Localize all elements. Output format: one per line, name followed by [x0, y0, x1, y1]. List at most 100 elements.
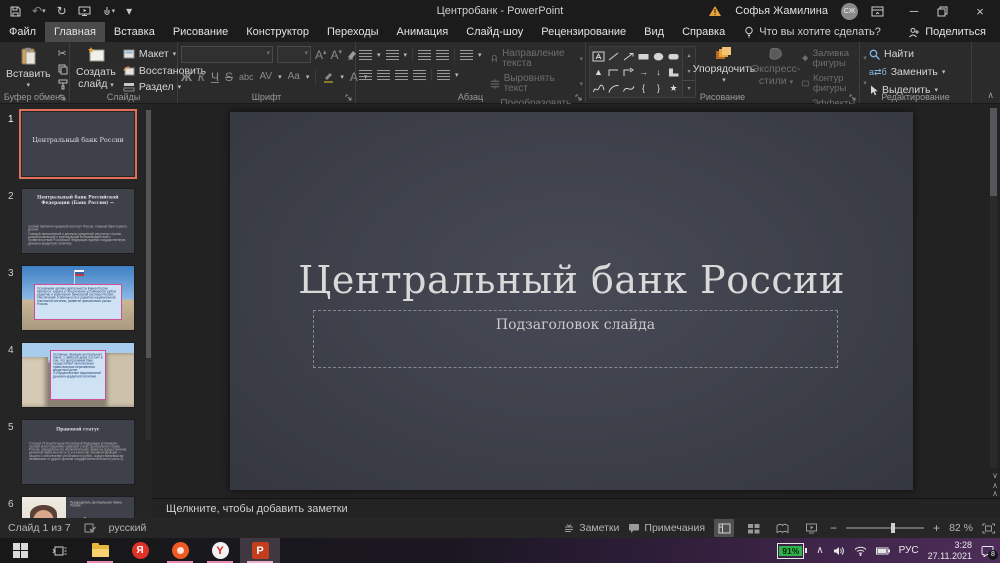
- normal-view-button[interactable]: [714, 519, 734, 537]
- zoom-out-button[interactable]: −: [830, 521, 837, 535]
- taskbar-powerpoint[interactable]: P: [240, 538, 280, 563]
- close-button[interactable]: ×: [970, 4, 990, 19]
- tab-design[interactable]: Конструктор: [237, 22, 318, 42]
- slide-1-thumbnail[interactable]: Центральный банк России: [22, 112, 134, 176]
- zoom-slider[interactable]: [846, 527, 924, 529]
- replace-button[interactable]: а⇄бЗаменить▾: [869, 67, 945, 78]
- subtitle-placeholder[interactable]: Подзаголовок слайда: [313, 310, 838, 368]
- clipboard-dialog-launcher-icon[interactable]: [59, 94, 66, 101]
- notes-pane[interactable]: Щелкните, чтобы добавить заметки: [152, 498, 1000, 518]
- underline-button[interactable]: Ч: [211, 71, 219, 83]
- vertical-scrollbar[interactable]: [990, 108, 997, 468]
- paste-button[interactable]: Вставить ▾: [3, 46, 54, 90]
- shape-rounded-rectangle[interactable]: [666, 48, 681, 64]
- quick-styles-button[interactable]: Экспресс-стили ▾: [752, 46, 800, 88]
- increase-indent-icon[interactable]: [436, 50, 449, 60]
- comments-toggle-button[interactable]: Примечания: [628, 522, 705, 534]
- taskbar-origin[interactable]: [160, 538, 200, 563]
- slide-5-thumbnail[interactable]: Правовой статус Статьей 75 Конституции Р…: [22, 420, 134, 484]
- tab-file[interactable]: Файл: [0, 22, 45, 42]
- shape-arrow-line[interactable]: [621, 48, 636, 64]
- show-hidden-icons-chevron[interactable]: ∧: [816, 546, 823, 556]
- arrange-button[interactable]: Упорядочить ▾: [696, 46, 752, 85]
- slide-2-thumbnail[interactable]: Центральный банк Российской Федерации (Б…: [22, 189, 134, 253]
- slide-sorter-view-button[interactable]: [743, 519, 763, 537]
- account-name[interactable]: Софья Жамилина: [735, 5, 828, 17]
- slideshow-view-button[interactable]: [801, 519, 821, 537]
- text-shadow-button[interactable]: abc: [239, 73, 254, 82]
- zoom-slider-thumb[interactable]: [891, 523, 895, 533]
- scroll-down-icon[interactable]: ∨: [992, 472, 998, 480]
- customize-qat-icon[interactable]: ▾: [126, 5, 132, 17]
- shape-fill-button[interactable]: Заливка фигуры▾: [802, 49, 867, 68]
- notes-toggle-button[interactable]: Заметки: [563, 522, 619, 534]
- shape-right-arrow[interactable]: →: [636, 64, 651, 80]
- grow-font-button[interactable]: А▴: [315, 49, 327, 61]
- shape-oval[interactable]: [651, 48, 666, 64]
- bold-button[interactable]: Ж: [181, 71, 192, 83]
- tab-home[interactable]: Главная: [45, 22, 105, 42]
- tab-draw[interactable]: Рисование: [164, 22, 237, 42]
- columns-icon[interactable]: [437, 70, 450, 80]
- text-direction-button[interactable]: Направление текста▾: [490, 49, 584, 69]
- highlight-color-icon[interactable]: [322, 71, 334, 83]
- align-text-button[interactable]: Выровнять текст▾: [490, 74, 584, 94]
- undo-icon[interactable]: ↶▾: [32, 5, 46, 17]
- font-name-combo[interactable]: [181, 46, 273, 63]
- restore-button[interactable]: [937, 6, 957, 17]
- tab-help[interactable]: Справка: [673, 22, 734, 42]
- line-spacing-icon[interactable]: [460, 50, 473, 60]
- language-indicator[interactable]: русский: [109, 522, 147, 534]
- start-button[interactable]: [0, 538, 40, 563]
- find-button[interactable]: Найти: [869, 49, 945, 60]
- italic-button[interactable]: К: [198, 71, 205, 83]
- shape-l-shape[interactable]: [666, 64, 681, 80]
- touch-mouse-mode-icon[interactable]: ▾: [102, 6, 116, 17]
- thumbnail-scrollbar[interactable]: [146, 110, 151, 440]
- shape-elbow-connector[interactable]: [606, 64, 621, 80]
- slide-counter[interactable]: Слайд 1 из 7: [8, 522, 71, 534]
- tab-transitions[interactable]: Переходы: [318, 22, 388, 42]
- wifi-icon[interactable]: [854, 546, 867, 556]
- share-button[interactable]: Поделиться: [908, 22, 1000, 42]
- collapse-ribbon-icon[interactable]: ∧: [987, 90, 994, 101]
- spellcheck-icon[interactable]: [84, 523, 96, 534]
- save-icon[interactable]: [10, 6, 21, 17]
- battery-icon[interactable]: [876, 547, 890, 555]
- format-painter-icon[interactable]: [58, 79, 68, 90]
- slide-4-thumbnail[interactable]: Основные функции центрального банка: 1.Э…: [22, 343, 134, 407]
- start-slideshow-icon[interactable]: [78, 6, 91, 17]
- paragraph-dialog-launcher-icon[interactable]: [575, 94, 582, 101]
- taskbar-yandex-app[interactable]: Я: [120, 538, 160, 563]
- tab-animations[interactable]: Анимация: [388, 22, 458, 42]
- minimize-button[interactable]: ─: [904, 4, 924, 18]
- shape-textbox[interactable]: [591, 48, 606, 64]
- font-size-combo[interactable]: [277, 46, 311, 63]
- align-center-icon[interactable]: [377, 70, 390, 80]
- zoom-level[interactable]: 82 %: [949, 522, 973, 534]
- drawing-dialog-launcher-icon[interactable]: [849, 94, 856, 101]
- warning-icon[interactable]: [708, 5, 722, 17]
- ribbon-display-options-icon[interactable]: [871, 6, 891, 17]
- shape-line[interactable]: [606, 48, 621, 64]
- shape-rectangle[interactable]: [636, 48, 651, 64]
- change-case-button[interactable]: Aa: [288, 72, 300, 82]
- tab-view[interactable]: Вид: [635, 22, 673, 42]
- slide-6-thumbnail[interactable]: Председатель Центрального банка России Н…: [22, 497, 134, 518]
- character-spacing-button[interactable]: AV: [259, 72, 272, 82]
- decrease-indent-icon[interactable]: [418, 50, 431, 60]
- numbering-icon[interactable]: [386, 50, 399, 60]
- slide-canvas[interactable]: Центральный банк России Подзаголовок сла…: [230, 112, 913, 490]
- volume-icon[interactable]: [833, 546, 845, 556]
- cut-icon[interactable]: ✂: [58, 49, 68, 60]
- shape-elbow-arrow-connector[interactable]: [621, 64, 636, 80]
- taskbar-file-explorer[interactable]: [80, 538, 120, 563]
- font-dialog-launcher-icon[interactable]: [345, 94, 352, 101]
- shape-down-arrow[interactable]: ↓: [651, 64, 666, 80]
- tab-insert[interactable]: Вставка: [105, 22, 164, 42]
- tab-review[interactable]: Рецензирование: [532, 22, 635, 42]
- tab-slideshow[interactable]: Слайд-шоу: [457, 22, 532, 42]
- justify-icon[interactable]: [413, 70, 426, 80]
- taskbar-yandex-browser[interactable]: Y: [200, 538, 240, 563]
- new-slide-button[interactable]: Создатьслайд ▾: [73, 46, 119, 91]
